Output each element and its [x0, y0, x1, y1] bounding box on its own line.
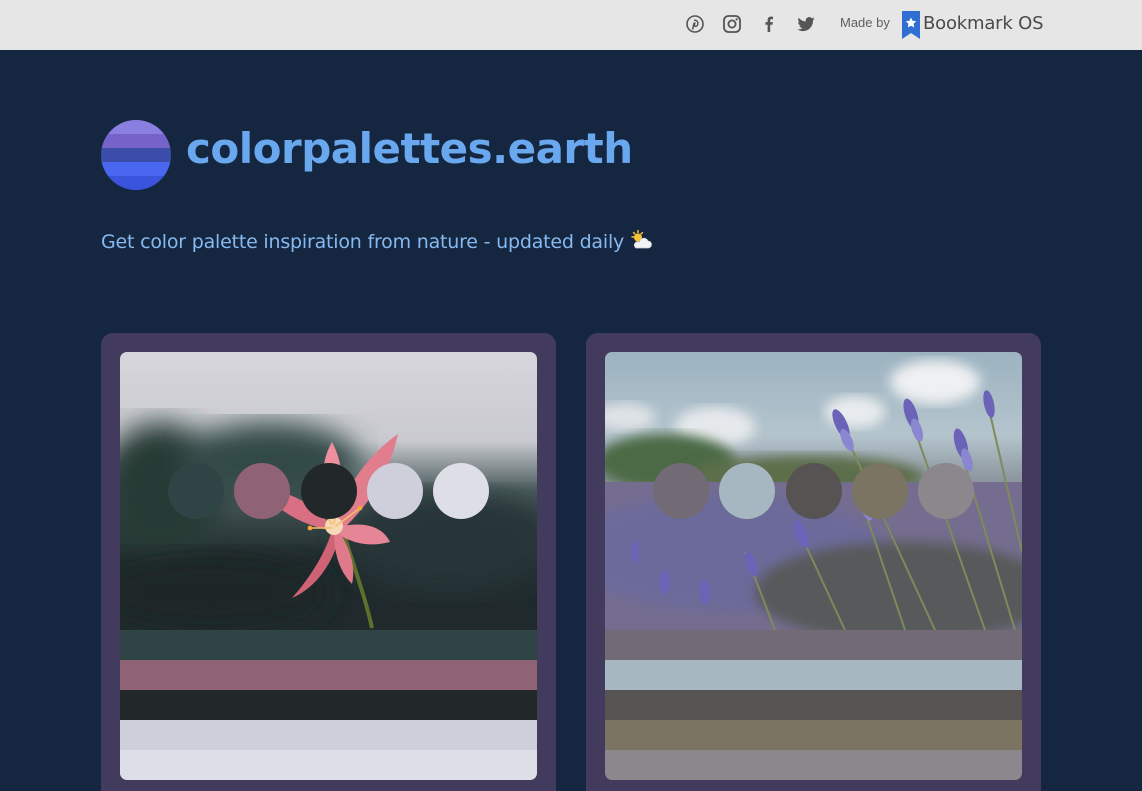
tagline-text: Get color palette inspiration from natur…: [101, 231, 625, 253]
top-bar: Made by Bookmark OS: [0, 0, 1142, 50]
palette-color-stripe[interactable]: [605, 720, 1022, 750]
palette-card-content: [120, 352, 537, 780]
palette-color-swatch[interactable]: [301, 463, 357, 519]
palette-color-swatch[interactable]: [367, 463, 423, 519]
palette-color-stripe[interactable]: [605, 660, 1022, 690]
palette-card[interactable]: [586, 333, 1041, 791]
site-title[interactable]: colorpalettes.earth: [186, 124, 633, 173]
palette-color-swatch[interactable]: [433, 463, 489, 519]
palette-card[interactable]: [101, 333, 556, 791]
made-by-label: Made by: [840, 15, 890, 30]
pinterest-icon[interactable]: [684, 13, 706, 35]
palette-color-stripe[interactable]: [605, 750, 1022, 780]
palette-color-stripe[interactable]: [120, 750, 537, 780]
palette-color-stripe[interactable]: [605, 630, 1022, 660]
palette-color-swatch[interactable]: [852, 463, 908, 519]
sun-behind-cloud-icon: [630, 229, 652, 256]
palette-card-content: [605, 352, 1022, 780]
twitter-icon[interactable]: [795, 13, 817, 35]
palette-color-stripe[interactable]: [120, 660, 537, 690]
palette-color-swatch[interactable]: [918, 463, 974, 519]
tagline: Get color palette inspiration from natur…: [101, 229, 652, 256]
bookmark-os-logo-icon[interactable]: [902, 11, 920, 39]
palette-color-swatch[interactable]: [719, 463, 775, 519]
palette-color-swatch[interactable]: [168, 463, 224, 519]
bookmark-os-link[interactable]: Bookmark OS: [923, 13, 1044, 34]
palette-color-stripe[interactable]: [120, 630, 537, 660]
palette-color-swatch[interactable]: [234, 463, 290, 519]
palette-color-stripe[interactable]: [120, 690, 537, 720]
palette-color-stripe[interactable]: [605, 690, 1022, 720]
facebook-icon[interactable]: [758, 13, 780, 35]
palette-color-swatch[interactable]: [786, 463, 842, 519]
palette-color-swatch[interactable]: [653, 463, 709, 519]
palette-color-stripe[interactable]: [120, 720, 537, 750]
instagram-icon[interactable]: [721, 13, 743, 35]
site-logo[interactable]: [101, 120, 171, 190]
